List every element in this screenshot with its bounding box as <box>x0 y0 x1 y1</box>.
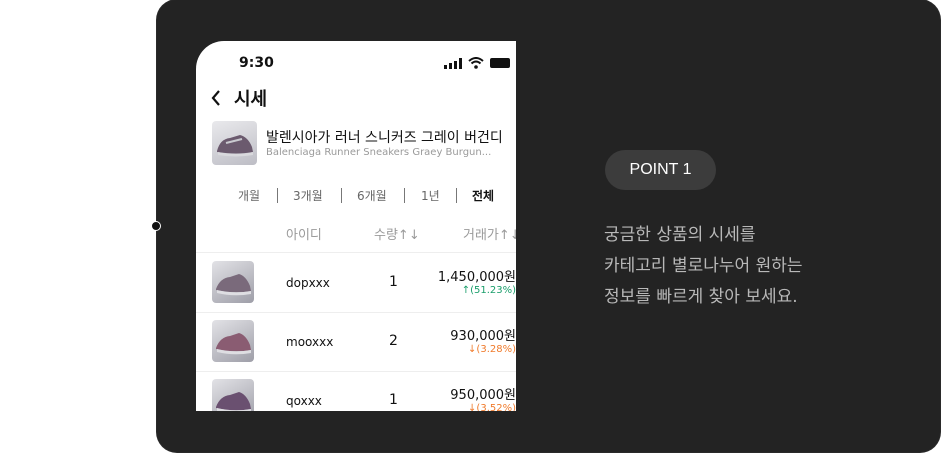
row-user-id: dopxxx <box>286 276 330 290</box>
row-price: 950,000원 <box>450 388 516 403</box>
product-image <box>212 121 257 165</box>
description-line: 정보를 빠르게 찾아 보세요. <box>604 287 798 307</box>
table-row[interactable]: qoxxx 1 950,000원 ↓(3.52%) <box>196 371 516 411</box>
column-header-qty[interactable]: 수량↑↓ <box>374 224 420 243</box>
description-line: 궁금한 상품의 시세를 <box>604 225 756 245</box>
description-line: 카테고리 별로나누어 원하는 <box>604 256 803 276</box>
connector-dot <box>151 221 161 231</box>
row-product-image <box>212 379 254 411</box>
point-badge: POINT 1 <box>605 150 716 190</box>
table-row[interactable]: mooxxx 2 930,000원 ↓(3.28%) <box>196 312 516 372</box>
tab-month[interactable]: 개월 <box>238 187 260 204</box>
signal-icon <box>444 57 462 69</box>
row-quantity: 2 <box>389 333 398 349</box>
row-quantity: 1 <box>389 392 398 408</box>
wifi-icon <box>468 57 484 69</box>
page-title: 시세 <box>234 89 268 110</box>
page-header: 시세 <box>210 85 267 111</box>
status-time: 9:30 <box>239 55 274 71</box>
tab-3-months[interactable]: 3개월 <box>293 187 323 204</box>
back-chevron-icon[interactable] <box>210 88 228 108</box>
row-user-id: mooxxx <box>286 335 334 349</box>
phone-mockup: 9:30 시세 발렌시아가 러너 스니커즈 그레이 버건디 Balenciaga <box>196 41 516 411</box>
product-name: 발렌시아가 러너 스니커즈 그레이 버건디 <box>266 130 503 146</box>
table-header: 아이디 수량↑↓ 거래가↑↓ <box>196 218 516 253</box>
column-header-id[interactable]: 아이디 <box>286 224 322 243</box>
row-product-image <box>212 261 254 303</box>
status-icons <box>444 57 510 69</box>
column-header-price[interactable]: 거래가↑↓ <box>463 224 516 243</box>
row-change: ↓(3.52%) <box>468 403 516 411</box>
row-user-id: qoxxx <box>286 394 322 408</box>
row-quantity: 1 <box>389 274 398 290</box>
tab-6-months[interactable]: 6개월 <box>357 187 387 204</box>
tab-1-year[interactable]: 1년 <box>421 187 440 204</box>
tab-divider <box>341 188 342 203</box>
status-bar: 9:30 <box>196 41 516 81</box>
row-price: 930,000원 <box>450 329 516 344</box>
table-row[interactable]: dopxxx 1 1,450,000원 ↑(51.23%) <box>196 253 516 313</box>
product-subtitle: Balenciaga Runner Sneakers Graey Burgun.… <box>266 147 492 158</box>
row-product-image <box>212 320 254 362</box>
point-description: 궁금한 상품의 시세를 카테고리 별로나누어 원하는 정보를 빠르게 찾아 보세… <box>604 220 904 313</box>
row-change: ↓(3.28%) <box>468 344 516 355</box>
tab-divider <box>456 188 457 203</box>
tab-divider <box>277 188 278 203</box>
product-summary: 발렌시아가 러너 스니커즈 그레이 버건디 Balenciaga Runner … <box>212 121 512 167</box>
row-change: ↑(51.23%) <box>461 285 516 296</box>
row-price: 1,450,000원 <box>437 270 516 285</box>
tab-all[interactable]: 전체 <box>472 187 494 204</box>
battery-icon <box>490 58 510 68</box>
tab-divider <box>404 188 405 203</box>
period-tabs: 개월 3개월 6개월 1년 전체 <box>196 185 516 207</box>
